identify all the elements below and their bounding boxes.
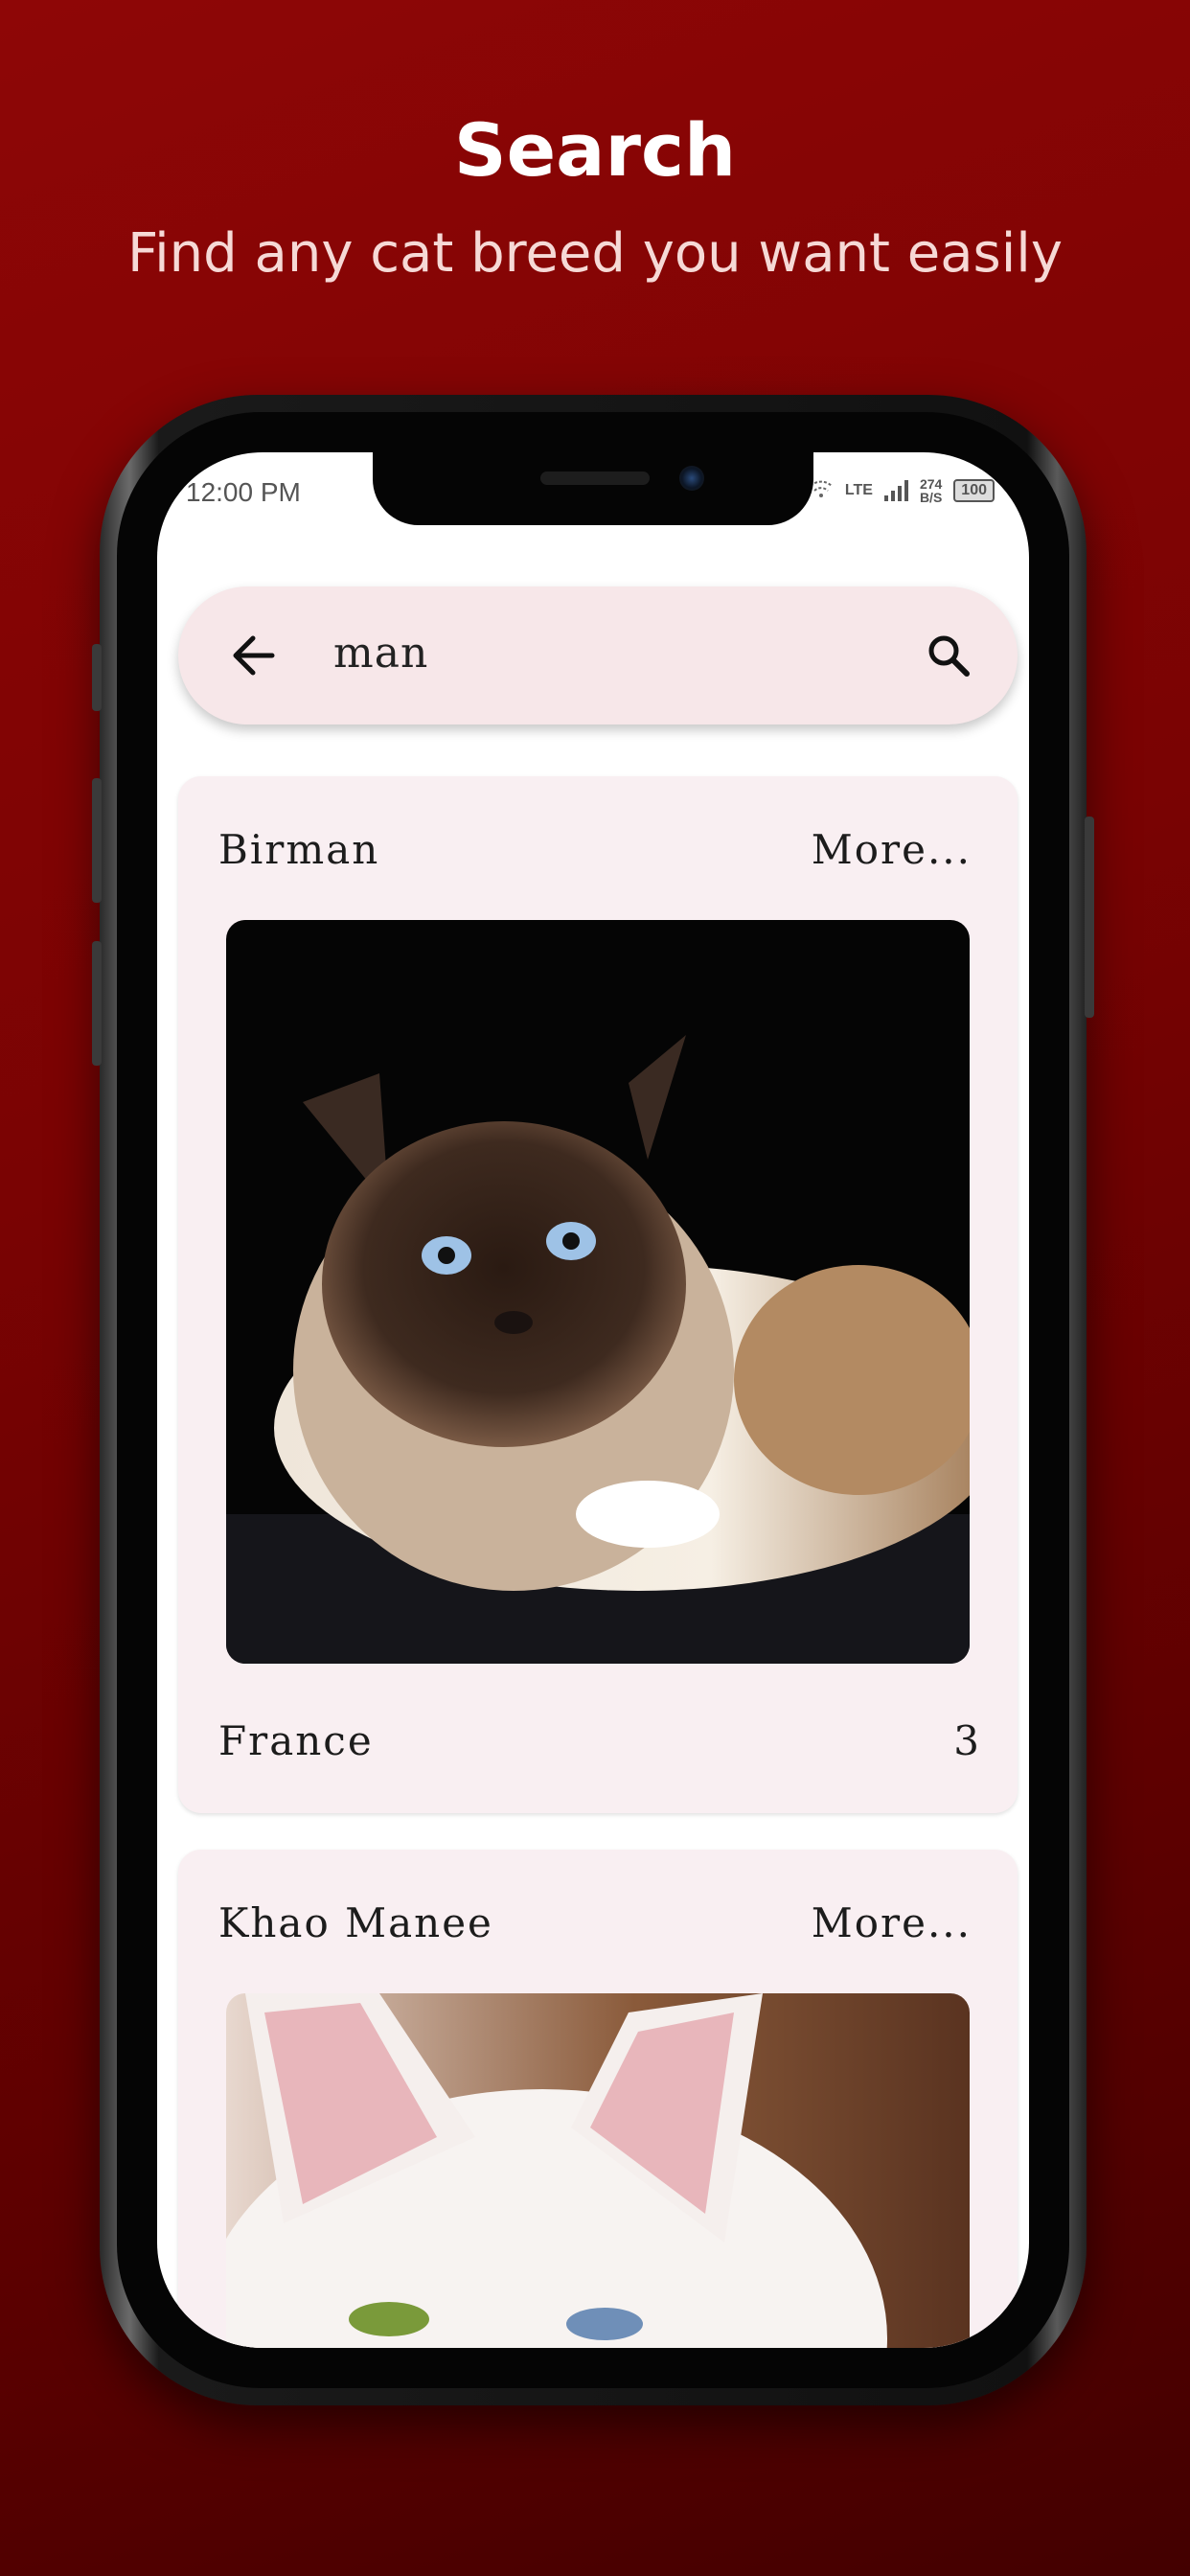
breed-name: Khao Manee xyxy=(218,1899,493,1946)
breed-card[interactable]: Birman More... France 3 xyxy=(178,776,1018,1813)
power-button xyxy=(1085,816,1094,1018)
front-camera-icon xyxy=(679,466,704,491)
breed-origin-country: France xyxy=(218,1717,374,1764)
network-speed: 274 B/S xyxy=(920,477,942,504)
volume-up-button xyxy=(92,778,102,903)
more-link[interactable]: More... xyxy=(812,1899,972,1946)
breed-photo xyxy=(226,920,970,1664)
network-type: LTE xyxy=(844,482,873,498)
back-arrow-icon[interactable] xyxy=(232,634,276,677)
notch xyxy=(373,452,813,525)
breed-count: 3 xyxy=(953,1717,979,1764)
breed-card[interactable]: Khao Manee More... xyxy=(178,1850,1018,2348)
earpiece-speaker xyxy=(540,472,650,485)
volume-down-button xyxy=(92,941,102,1066)
more-link[interactable]: More... xyxy=(812,826,972,873)
breed-name: Birman xyxy=(218,826,380,873)
status-icons: LTE 274 B/S 100 xyxy=(809,477,995,504)
battery-icon: 100 xyxy=(953,479,995,502)
search-bar: man xyxy=(178,586,1018,724)
status-time: 12:00 PM xyxy=(186,477,301,507)
net-speed-value: 274 xyxy=(919,476,943,492)
app-screen: 12:00 PM LTE 274 B/S 100 man Birman More… xyxy=(157,452,1029,2348)
breed-photo xyxy=(226,1993,970,2348)
net-speed-unit: B/S xyxy=(919,490,943,505)
search-input[interactable]: man xyxy=(333,629,428,678)
promo-title: Search xyxy=(453,107,737,193)
mute-switch xyxy=(92,644,102,711)
promo-subtitle: Find any cat breed you want easily xyxy=(126,222,1063,285)
search-icon[interactable] xyxy=(926,632,972,678)
phone-frame: 12:00 PM LTE 274 B/S 100 man Birman More… xyxy=(92,395,1094,2405)
signal-icon xyxy=(883,480,908,501)
